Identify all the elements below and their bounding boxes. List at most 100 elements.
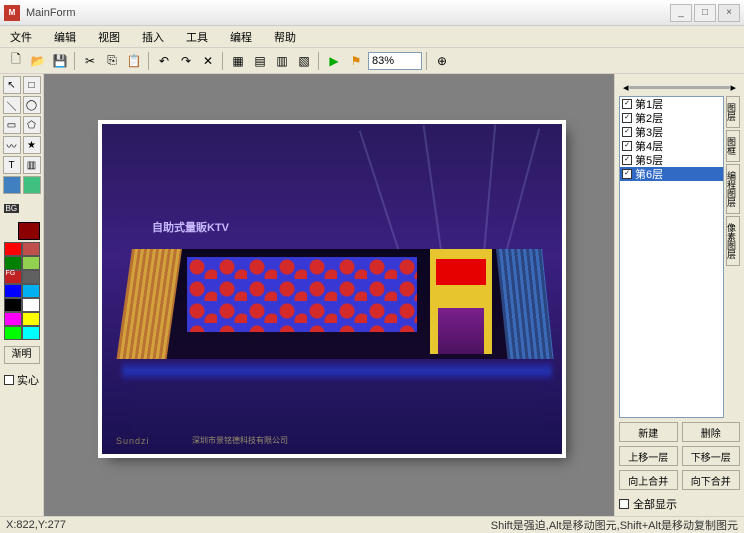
- add-icon[interactable]: ⊕: [432, 51, 452, 71]
- slider-track[interactable]: [629, 86, 731, 89]
- color-swatch[interactable]: [22, 312, 40, 326]
- menu-insert[interactable]: 插入: [138, 27, 168, 47]
- layer-row[interactable]: ✓第3层: [620, 125, 723, 139]
- tab-frame[interactable]: 图框: [726, 130, 740, 162]
- select-tool[interactable]: ↖: [3, 76, 21, 94]
- maximize-button[interactable]: □: [694, 4, 716, 22]
- checkbox-icon[interactable]: [619, 499, 629, 509]
- layer-label: 第6层: [635, 166, 663, 182]
- checkbox-icon[interactable]: ✓: [622, 155, 632, 165]
- color-swatch[interactable]: [22, 284, 40, 298]
- grid2-icon[interactable]: ▤: [250, 51, 270, 71]
- close-button[interactable]: ×: [718, 4, 740, 22]
- menu-help[interactable]: 帮助: [270, 27, 300, 47]
- move-up-button[interactable]: 上移一层: [619, 446, 678, 466]
- delete-layer-button[interactable]: 删除: [682, 422, 741, 442]
- bg-swatch[interactable]: [18, 222, 40, 240]
- artboard[interactable]: 自助式量販KTV Sundzi 深圳市景铭德科技有限公司: [102, 124, 562, 454]
- layer-list[interactable]: ✓第1层 ✓第2层 ✓第3层 ✓第4层 ✓第5层 ✓第6层: [619, 96, 724, 418]
- tab-layers[interactable]: 图层: [726, 96, 740, 128]
- checkbox-icon[interactable]: ✓: [622, 113, 632, 123]
- layer-row[interactable]: ✓第1层: [620, 97, 723, 111]
- grid3-icon[interactable]: ▥: [272, 51, 292, 71]
- layer-row[interactable]: ✓第5层: [620, 153, 723, 167]
- move-down-button[interactable]: 下移一层: [682, 446, 741, 466]
- layer-row[interactable]: ✓第4层: [620, 139, 723, 153]
- undo-icon[interactable]: ↶: [154, 51, 174, 71]
- color-swatch[interactable]: [4, 284, 22, 298]
- copy-icon[interactable]: ⎘: [102, 51, 122, 71]
- checkbox-icon[interactable]: ✓: [622, 169, 632, 179]
- menu-edit[interactable]: 编辑: [50, 27, 80, 47]
- separator: [222, 52, 224, 70]
- color-swatch[interactable]: [22, 256, 40, 270]
- paste-icon[interactable]: 📋: [124, 51, 144, 71]
- color-swatch[interactable]: [4, 312, 22, 326]
- menu-tools[interactable]: 工具: [182, 27, 212, 47]
- minimize-button[interactable]: _: [670, 4, 692, 22]
- opacity-slider[interactable]: ◂ ▸: [619, 78, 740, 96]
- checkbox-icon[interactable]: ✓: [622, 127, 632, 137]
- roundrect-tool[interactable]: ▭: [3, 116, 21, 134]
- status-hint: Shift是强迫,Alt是移动图元,Shift+Alt是移动复制图元: [491, 517, 738, 533]
- layer-wrap: ✓第1层 ✓第2层 ✓第3层 ✓第4层 ✓第5层 ✓第6层 图层 图框 编程图层…: [619, 96, 740, 418]
- merge-down-button[interactable]: 向下合并: [682, 470, 741, 490]
- checkbox-icon[interactable]: [4, 375, 14, 385]
- checkbox-icon[interactable]: ✓: [622, 99, 632, 109]
- fill1-tool[interactable]: [3, 176, 21, 194]
- open-icon[interactable]: 📂: [28, 51, 48, 71]
- fill2-tool[interactable]: [23, 176, 41, 194]
- status-coords: X:822,Y:277: [6, 519, 66, 531]
- merge-up-button[interactable]: 向上合并: [619, 470, 678, 490]
- rect-tool[interactable]: □: [23, 76, 41, 94]
- polygon-tool[interactable]: ⬠: [23, 116, 41, 134]
- color-swatch[interactable]: [4, 242, 22, 256]
- menu-view[interactable]: 视图: [94, 27, 124, 47]
- solid-checkbox-row[interactable]: 实心: [4, 372, 39, 388]
- color-swatch[interactable]: [22, 242, 40, 256]
- tab-pixel[interactable]: 像素图层: [726, 216, 740, 266]
- star-tool[interactable]: ★: [23, 136, 41, 154]
- color-swatch[interactable]: [22, 298, 40, 312]
- app-icon: M: [4, 5, 20, 21]
- layer-row[interactable]: ✓第2层: [620, 111, 723, 125]
- color-swatch[interactable]: [4, 256, 22, 270]
- main-area: ↖ □ ＼ ◯ ▭ ⬠ 〰 ★ T ▥ BG FG: [0, 74, 744, 516]
- statusbar: X:822,Y:277 Shift是强迫,Alt是移动图元,Shift+Alt是…: [0, 516, 744, 533]
- play-icon[interactable]: ▶: [324, 51, 344, 71]
- show-all-row[interactable]: 全部显示: [619, 496, 740, 512]
- cut-icon[interactable]: ✂: [80, 51, 100, 71]
- redo-icon[interactable]: ↷: [176, 51, 196, 71]
- color-swatch[interactable]: [22, 270, 40, 284]
- grid4-icon[interactable]: ▧: [294, 51, 314, 71]
- ellipse-tool[interactable]: ◯: [23, 96, 41, 114]
- side-tabs: 图层 图框 编程图层 像素图层: [726, 96, 740, 418]
- ktv-sign: 自助式量販KTV: [152, 219, 229, 235]
- tab-program[interactable]: 编程图层: [726, 164, 740, 214]
- menu-program[interactable]: 编程: [226, 27, 256, 47]
- gradient-button[interactable]: 渐明: [4, 346, 40, 364]
- flag-icon[interactable]: ⚑: [346, 51, 366, 71]
- save-icon[interactable]: 💾: [50, 51, 70, 71]
- show-all-label: 全部显示: [633, 496, 677, 512]
- layer-row[interactable]: ✓第6层: [620, 167, 723, 181]
- new-layer-button[interactable]: 新建: [619, 422, 678, 442]
- fg-swatch[interactable]: FG: [4, 270, 22, 284]
- bg-label: BG: [4, 204, 20, 213]
- delete-icon[interactable]: ✕: [198, 51, 218, 71]
- text-tool[interactable]: T: [3, 156, 21, 174]
- zoom-input[interactable]: 83%: [368, 52, 422, 70]
- checkbox-icon[interactable]: ✓: [622, 141, 632, 151]
- line-tool[interactable]: ＼: [3, 96, 21, 114]
- curve-tool[interactable]: 〰: [3, 136, 21, 154]
- fg-bg-swatches[interactable]: BG: [4, 204, 40, 240]
- menu-file[interactable]: 文件: [6, 27, 36, 47]
- canvas-area[interactable]: 自助式量販KTV Sundzi 深圳市景铭德科技有限公司: [44, 74, 614, 516]
- grid1-icon[interactable]: ▦: [228, 51, 248, 71]
- grid-tool[interactable]: ▥: [23, 156, 41, 174]
- color-swatch[interactable]: [4, 326, 22, 340]
- color-swatch[interactable]: [4, 298, 22, 312]
- color-swatch[interactable]: [22, 326, 40, 340]
- new-icon[interactable]: 🗋: [6, 51, 26, 71]
- separator: [318, 52, 320, 70]
